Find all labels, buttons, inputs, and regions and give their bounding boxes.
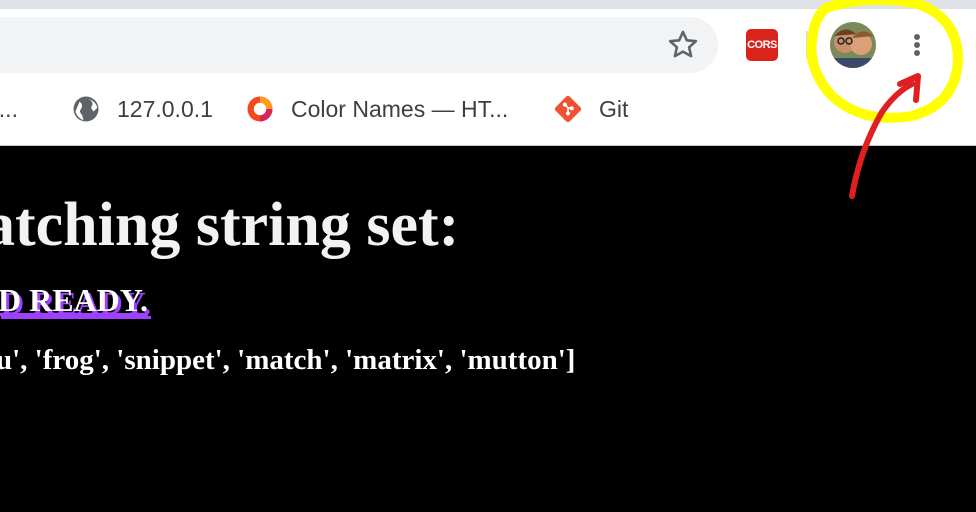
color-ring-icon xyxy=(247,96,273,122)
bookmark-git[interactable]: Git xyxy=(553,84,628,134)
cors-label: CORS xyxy=(747,39,777,51)
vertical-ellipsis-icon[interactable] xyxy=(905,28,929,62)
bookmark-label: Color Names — HT... xyxy=(291,95,509,122)
address-bar[interactable] xyxy=(0,17,718,73)
toolbar-separator xyxy=(806,31,808,59)
status-text: D READY. xyxy=(0,282,148,318)
bookmark-truncated[interactable]: o... xyxy=(0,84,18,134)
globe-icon xyxy=(73,96,99,122)
bookmark-color-names[interactable]: Color Names — HT... xyxy=(245,84,508,134)
git-icon xyxy=(554,95,582,123)
cors-extension-button[interactable]: CORS xyxy=(746,29,778,61)
bookmark-label: Git xyxy=(599,95,629,122)
string-list: u', 'frog', 'snippet', 'match', 'matrix'… xyxy=(0,344,576,376)
bookmark-label: o... xyxy=(0,95,18,122)
profile-avatar[interactable] xyxy=(830,22,876,68)
bookmark-localhost[interactable]: 127.0.0.1 xyxy=(71,84,213,134)
tab-strip xyxy=(0,0,976,9)
page-heading: atching string set: xyxy=(0,191,460,259)
star-icon[interactable] xyxy=(666,28,700,62)
bookmarks-bar: o... 127.0.0.1 Color Names — HT... xyxy=(0,84,976,134)
bookmark-label: 127.0.0.1 xyxy=(117,95,213,122)
page-content: atching string set: D READY. u', 'frog',… xyxy=(0,146,976,512)
browser-chrome: CORS o... 127.0.0.1 xyxy=(0,0,976,146)
